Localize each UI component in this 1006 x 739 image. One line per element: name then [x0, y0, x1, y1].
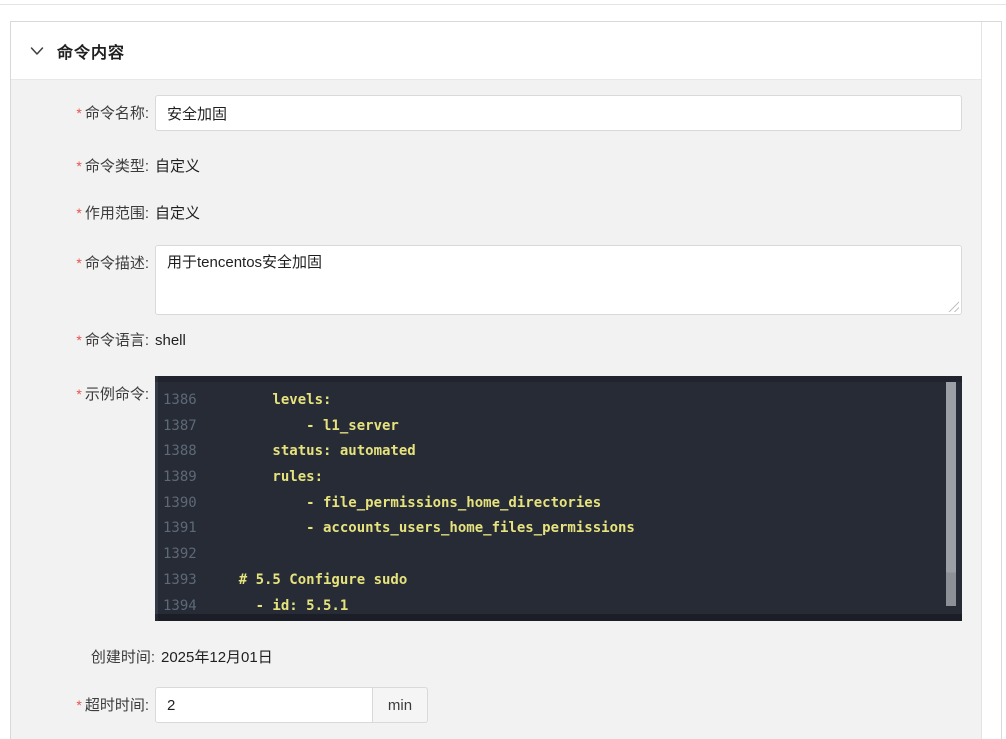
required-asterisk: *	[76, 205, 81, 221]
code-text: - id: 5.5.1	[193, 594, 348, 620]
field-label: 创建时间:	[11, 647, 155, 668]
required-asterisk: *	[76, 158, 81, 174]
code-line: 1391 - accounts_users_home_files_permiss…	[155, 516, 962, 542]
code-text: # 5.5 Configure sudo	[193, 568, 407, 594]
created-time-value: 2025年12月01日	[161, 647, 273, 668]
required-asterisk: *	[76, 255, 81, 271]
line-number: 1386	[155, 388, 193, 414]
code-text: status: automated	[193, 439, 416, 465]
line-number: 1391	[155, 516, 193, 542]
field-created-time: 创建时间: 2025年12月01日	[11, 647, 981, 668]
code-text: - accounts_users_home_files_permissions	[193, 516, 635, 542]
line-number: 1388	[155, 439, 193, 465]
code-text: - file_permissions_home_directories	[193, 491, 601, 517]
command-content-panel: 命令内容 *命令名称: *命令类型: 自定义 *作用范围: 自定义 *命令描述:…	[10, 21, 1002, 739]
line-number: 1393	[155, 568, 193, 594]
field-command-type: *命令类型: 自定义	[11, 156, 981, 177]
field-label-text: 创建时间:	[91, 649, 155, 666]
field-label: *命令名称:	[11, 103, 149, 124]
code-lines: 1386 levels: 1387 - l1_server 1388 statu…	[155, 376, 962, 619]
code-line: 1386 levels:	[155, 388, 962, 414]
field-label: *示例命令:	[11, 376, 149, 621]
field-label: *命令描述:	[11, 245, 149, 315]
field-command-description: *命令描述: 用于tencentos安全加固	[11, 245, 981, 315]
top-divider	[0, 4, 1006, 5]
description-textarea-wrap: 用于tencentos安全加固	[155, 245, 962, 315]
required-asterisk: *	[76, 105, 81, 121]
code-line: 1393 # 5.5 Configure sudo	[155, 568, 962, 594]
field-scope: *作用范围: 自定义	[11, 203, 981, 224]
field-label: *命令类型:	[11, 156, 149, 177]
command-name-input[interactable]	[155, 95, 962, 131]
field-label-text: 示例命令:	[85, 386, 149, 403]
field-timeout: *超时时间: min	[11, 687, 981, 723]
required-asterisk: *	[76, 332, 81, 348]
code-text	[193, 542, 205, 568]
command-type-value: 自定义	[155, 156, 200, 177]
line-number: 1390	[155, 491, 193, 517]
timeout-unit-addon: min	[373, 687, 428, 723]
required-asterisk: *	[76, 386, 81, 402]
field-label-text: 命令名称:	[85, 105, 149, 122]
field-command-language: *命令语言: shell	[11, 330, 981, 351]
timeout-input-group: min	[155, 687, 428, 723]
panel-column: 命令内容 *命令名称: *命令类型: 自定义 *作用范围: 自定义 *命令描述:…	[11, 22, 982, 739]
line-number: 1387	[155, 414, 193, 440]
required-asterisk: *	[76, 697, 81, 713]
timeout-input[interactable]	[155, 687, 373, 723]
code-line: 1392	[155, 542, 962, 568]
line-number: 1394	[155, 594, 193, 620]
field-label-text: 命令类型:	[85, 158, 149, 175]
line-number: 1392	[155, 542, 193, 568]
command-description-textarea[interactable]: 用于tencentos安全加固	[155, 245, 962, 315]
command-language-value: shell	[155, 330, 186, 351]
chevron-down-icon	[30, 46, 44, 56]
code-line: 1388 status: automated	[155, 439, 962, 465]
page: { "header": { "title": "命令内容", "chevron_…	[0, 0, 1006, 739]
field-label: *作用范围:	[11, 203, 149, 224]
code-text: levels:	[193, 388, 331, 414]
field-label-text: 命令描述:	[85, 255, 149, 272]
code-line: 1394 - id: 5.5.1	[155, 594, 962, 620]
field-label-text: 超时时间:	[85, 697, 149, 714]
field-label: *超时时间:	[11, 695, 149, 716]
code-text: rules:	[193, 465, 323, 491]
code-text: - l1_server	[193, 414, 399, 440]
code-line: 1389 rules:	[155, 465, 962, 491]
code-editor[interactable]: 1386 levels: 1387 - l1_server 1388 statu…	[155, 376, 962, 621]
line-number: 1389	[155, 465, 193, 491]
command-form: *命令名称: *命令类型: 自定义 *作用范围: 自定义 *命令描述: 用于te…	[11, 80, 981, 739]
code-line: 1390 - file_permissions_home_directories	[155, 491, 962, 517]
section-header-command-content[interactable]: 命令内容	[11, 22, 981, 80]
field-example-command: *示例命令: 1386 levels: 1387 - l1_server 138…	[11, 376, 981, 621]
editor-scrollbar-thumb[interactable]	[946, 382, 956, 606]
code-line: 1387 - l1_server	[155, 414, 962, 440]
field-label-text: 命令语言:	[85, 332, 149, 349]
section-title: 命令内容	[57, 39, 125, 63]
field-command-name: *命令名称:	[11, 95, 981, 131]
field-label: *命令语言:	[11, 330, 149, 351]
scope-value: 自定义	[155, 203, 200, 224]
field-label-text: 作用范围:	[85, 205, 149, 222]
